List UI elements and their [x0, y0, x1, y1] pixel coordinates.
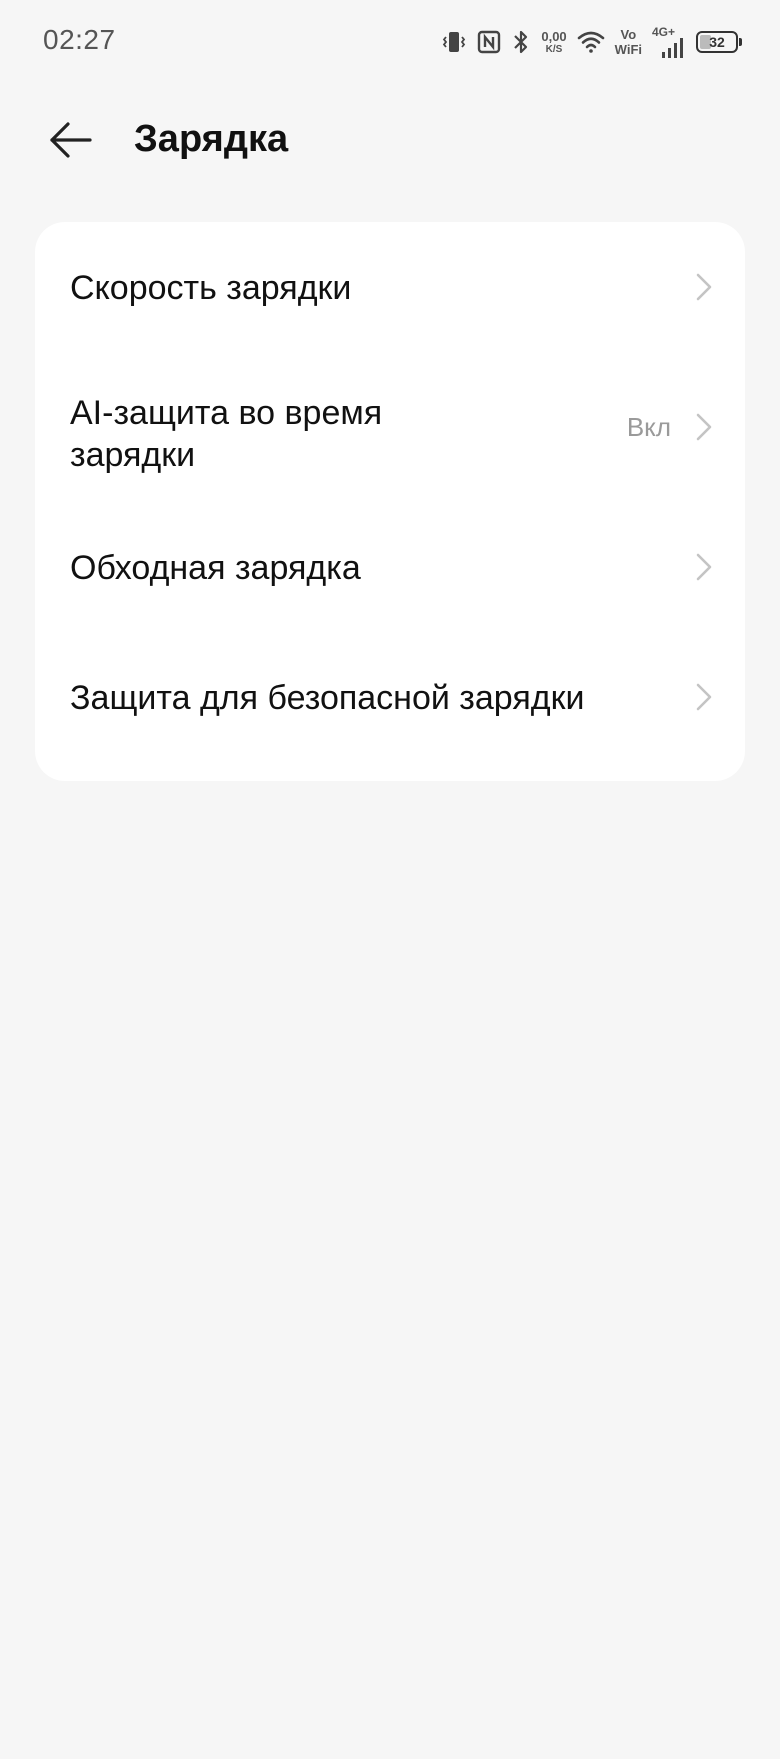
status-icons: 0,00 K/S Vo WiFi 4G+ 32 [441, 24, 742, 60]
network-speed-value: 0,00 [541, 28, 567, 44]
settings-item-charging-speed[interactable]: Скорость зарядки [35, 222, 745, 352]
app-bar: Зарядка [0, 100, 780, 184]
settings-item-ai-protection[interactable]: AI-защита во время зарядки Вкл [35, 352, 745, 502]
chevron-right-icon [695, 552, 713, 582]
back-button[interactable] [40, 114, 100, 170]
page-title: Зарядка [134, 118, 289, 160]
wifi-icon [577, 30, 605, 54]
battery-level: 32 [709, 34, 725, 50]
settings-item-label: Обходная зарядка [70, 549, 361, 587]
settings-item-label: Скорость зарядки [70, 269, 352, 307]
vowifi-indicator: Vo WiFi [615, 28, 642, 56]
arrow-left-icon [46, 120, 94, 165]
bluetooth-icon [511, 29, 531, 55]
network-speed-unit: K/S [545, 43, 563, 55]
settings-item-label: AI-защита во время зарядки [70, 394, 383, 474]
status-time: 02:27 [43, 24, 116, 55]
nfc-icon [477, 30, 501, 54]
settings-item-safe-charging-protection[interactable]: Защита для безопасной зарядки [35, 632, 745, 781]
network-speed: 0,00 K/S [541, 30, 566, 55]
vibrate-icon [441, 29, 467, 55]
network-type: 4G+ [652, 25, 676, 39]
settings-item-label: Защита для безопасной зарядки [70, 679, 585, 717]
vowifi-bottom: WiFi [614, 42, 642, 57]
chevron-right-icon [695, 412, 713, 442]
settings-item-value: Вкл [626, 412, 671, 442]
vowifi-top: Vo [620, 27, 637, 42]
battery-icon: 32 [696, 31, 742, 53]
signal-icon: 4G+ [652, 26, 686, 58]
settings-item-bypass-charging[interactable]: Обходная зарядка [35, 502, 745, 632]
settings-card: Скорость зарядки AI-защита во время заря… [35, 222, 745, 781]
chevron-right-icon [695, 682, 713, 712]
chevron-right-icon [695, 272, 713, 302]
status-bar: 02:27 0,00 K/S Vo WiFi 4G+ 32 [0, 0, 780, 80]
